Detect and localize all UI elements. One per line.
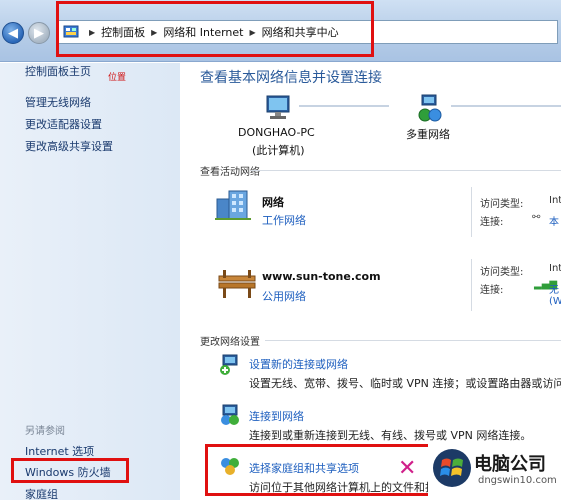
watermark-title: 电脑公司 (474, 454, 546, 475)
section-divider (251, 170, 561, 171)
sidebar-item-homegroup[interactable]: 家庭组 (25, 486, 58, 500)
highlight-box-firewall (11, 458, 129, 483)
network-2-connection-label: 连接: (480, 285, 504, 296)
network-1-connection-link[interactable]: 本 (549, 213, 559, 228)
network-2-access-type-value: Int (549, 263, 561, 274)
windows-logo-icon (433, 449, 471, 487)
pointer-arrow-icon: ✕ (398, 456, 417, 481)
network-2-name: www.sun-tone.com (262, 270, 381, 283)
computer-sub-label: (此计算机) (252, 144, 305, 157)
arrow-right-icon: ▶ (34, 25, 44, 41)
network-2-connection-extra[interactable]: (W (549, 296, 561, 307)
network-2-divider (471, 259, 472, 311)
forward-button[interactable]: ▶ (28, 22, 50, 44)
work-network-icon (215, 190, 251, 220)
sidebar-item-home[interactable]: 控制面板主页 (25, 63, 91, 79)
task-new-connection-desc: 设置无线、宽带、拨号、临时或 VPN 连接；或设置路由器或访问点 (249, 377, 561, 390)
network-1-access-type-value: Int (549, 195, 561, 206)
watermark: ✕ 电脑公司 dngswin10.com (398, 444, 561, 500)
multiple-networks-label[interactable]: 多重网络 (406, 126, 450, 142)
sidebar: 控制面板主页 位置 管理无线网络 更改适配器设置 更改高级共享设置 另请参阅 I… (0, 63, 180, 500)
watermark-url: dngswin10.com (478, 475, 557, 486)
task-connect-network-link[interactable]: 连接到网络 (249, 408, 304, 424)
network-1-name: 网络 (262, 196, 284, 209)
network-2-connection-link[interactable]: 无 (549, 281, 559, 296)
map-connector-line (299, 105, 389, 107)
back-button[interactable]: ◀ (2, 22, 24, 44)
public-network-icon (218, 270, 256, 298)
main-content: 查看基本网络信息并设置连接 DONGHAO-PC (此计算机) 多重网络 查看活… (181, 63, 561, 500)
network-1-type-link[interactable]: 工作网络 (262, 212, 306, 228)
task-connect-network-desc: 连接到或重新连接到无线、有线、拨号或 VPN 网络连接。 (249, 429, 532, 442)
network-1-connection-label: 连接: (480, 217, 504, 228)
page-title: 查看基本网络信息并设置连接 (200, 70, 382, 86)
network-1-access-type-label: 访问类型: (480, 199, 524, 210)
task-new-connection-link[interactable]: 设置新的连接或网络 (249, 356, 348, 372)
sidebar-item-adapter-settings[interactable]: 更改适配器设置 (25, 116, 102, 132)
section-divider (265, 340, 561, 341)
network-2-access-type-label: 访问类型: (480, 267, 524, 278)
sidebar-item-manage-wireless[interactable]: 管理无线网络 (25, 94, 91, 110)
sidebar-item-advanced-sharing[interactable]: 更改高级共享设置 (25, 138, 113, 154)
wired-connection-icon: ⚯ (532, 212, 541, 223)
multiple-networks-icon (418, 94, 442, 122)
arrow-left-icon: ◀ (8, 25, 18, 41)
map-connector-line (451, 105, 561, 107)
highlight-box-address (56, 1, 374, 57)
change-settings-label: 更改网络设置 (200, 337, 260, 348)
new-connection-icon (220, 354, 238, 375)
see-also-heading: 另请参阅 (25, 426, 65, 437)
computer-name-label: DONGHAO-PC (238, 126, 315, 139)
network-1-divider (471, 187, 472, 237)
sidebar-home-note: 位置 (108, 73, 127, 83)
network-2-type-link[interactable]: 公用网络 (262, 288, 306, 304)
sidebar-item-internet-options[interactable]: Internet 选项 (25, 443, 94, 459)
computer-icon (266, 95, 290, 119)
connect-network-icon (221, 404, 239, 425)
